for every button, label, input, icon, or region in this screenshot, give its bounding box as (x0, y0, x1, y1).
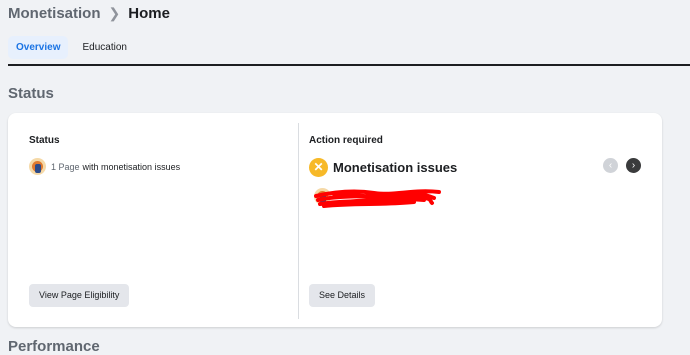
tab-education[interactable]: Education (74, 36, 134, 59)
redaction-scribble (314, 189, 441, 208)
issue-header: ✕ Monetisation issues (309, 158, 457, 177)
tab-overview[interactable]: Overview (8, 36, 69, 59)
x-icon: ✕ (309, 158, 328, 177)
status-summary: 1 Page with monetisation issues (29, 158, 180, 175)
status-issue-text: with monetisation issues (82, 161, 181, 172)
tab-divider (8, 64, 690, 66)
section-title-performance: Performance (8, 338, 100, 355)
section-title-status: Status (8, 85, 54, 102)
see-details-button[interactable]: See Details (309, 284, 376, 307)
breadcrumb: Monetisation ❯ Home (8, 5, 170, 22)
chevron-right-icon: ❯ (108, 5, 121, 21)
status-column-title: Status (29, 135, 60, 146)
previous-arrow-icon[interactable]: ‹ (603, 158, 618, 173)
issue-title: Monetisation issues (333, 160, 458, 175)
page-avatar (29, 158, 46, 175)
column-divider (298, 123, 299, 319)
next-arrow-icon[interactable]: › (626, 158, 641, 173)
status-card: Status 1 Page with monetisation issues V… (8, 113, 662, 327)
page-count: 1 Page (51, 161, 80, 172)
view-page-eligibility-button[interactable]: View Page Eligibility (29, 284, 130, 307)
tab-bar: Overview Education (8, 36, 141, 59)
breadcrumb-current-home: Home (128, 5, 170, 22)
breadcrumb-parent-monetisation[interactable]: Monetisation (8, 5, 101, 22)
action-required-title: Action required (309, 135, 383, 146)
